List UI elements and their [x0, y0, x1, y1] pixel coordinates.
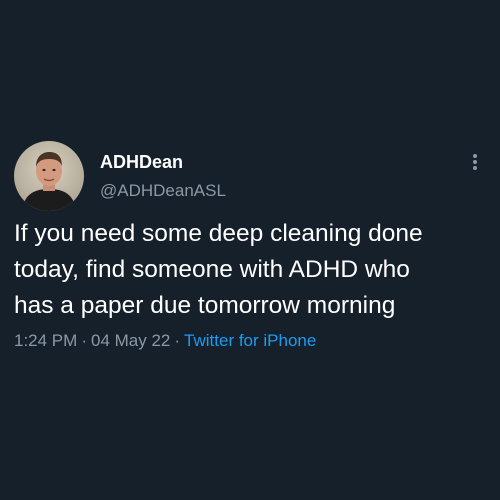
meta-separator: ·: [81, 331, 87, 350]
tweet-text-line: today, find someone with ADHD who: [14, 256, 410, 283]
meta-separator: ·: [174, 331, 181, 350]
author-display-name[interactable]: ADHDean: [100, 151, 183, 173]
tweet-meta: 1:24 PM · 04 May 22 · Twitter for iPhone: [14, 330, 316, 352]
author-handle[interactable]: @ADHDeanASL: [100, 180, 226, 202]
avatar[interactable]: [14, 141, 84, 211]
tweet-time[interactable]: 1:24 PM: [14, 331, 77, 350]
more-options-icon[interactable]: [466, 150, 484, 174]
tweet-source-link[interactable]: Twitter for iPhone: [184, 331, 316, 350]
profile-photo-icon: [14, 141, 84, 211]
tweet-text: If you need some deep cleaning done toda…: [14, 216, 490, 324]
tweet-card: ADHDean @ADHDeanASL If you need some dee…: [0, 0, 500, 500]
tweet-text-line: If you need some deep cleaning done: [14, 220, 423, 247]
tweet-date[interactable]: 04 May 22: [91, 331, 170, 350]
tweet-text-line: has a paper due tomorrow morning: [14, 292, 396, 319]
